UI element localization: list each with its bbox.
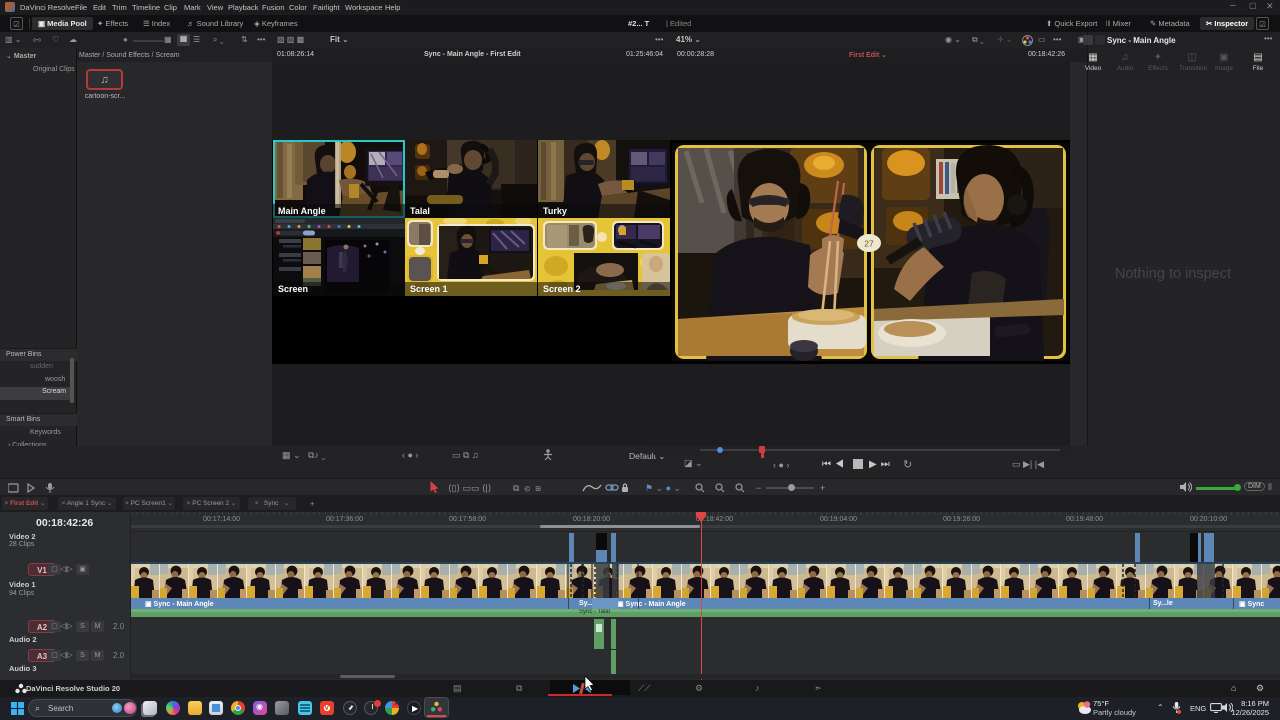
- svg-text:27: 27: [864, 239, 874, 249]
